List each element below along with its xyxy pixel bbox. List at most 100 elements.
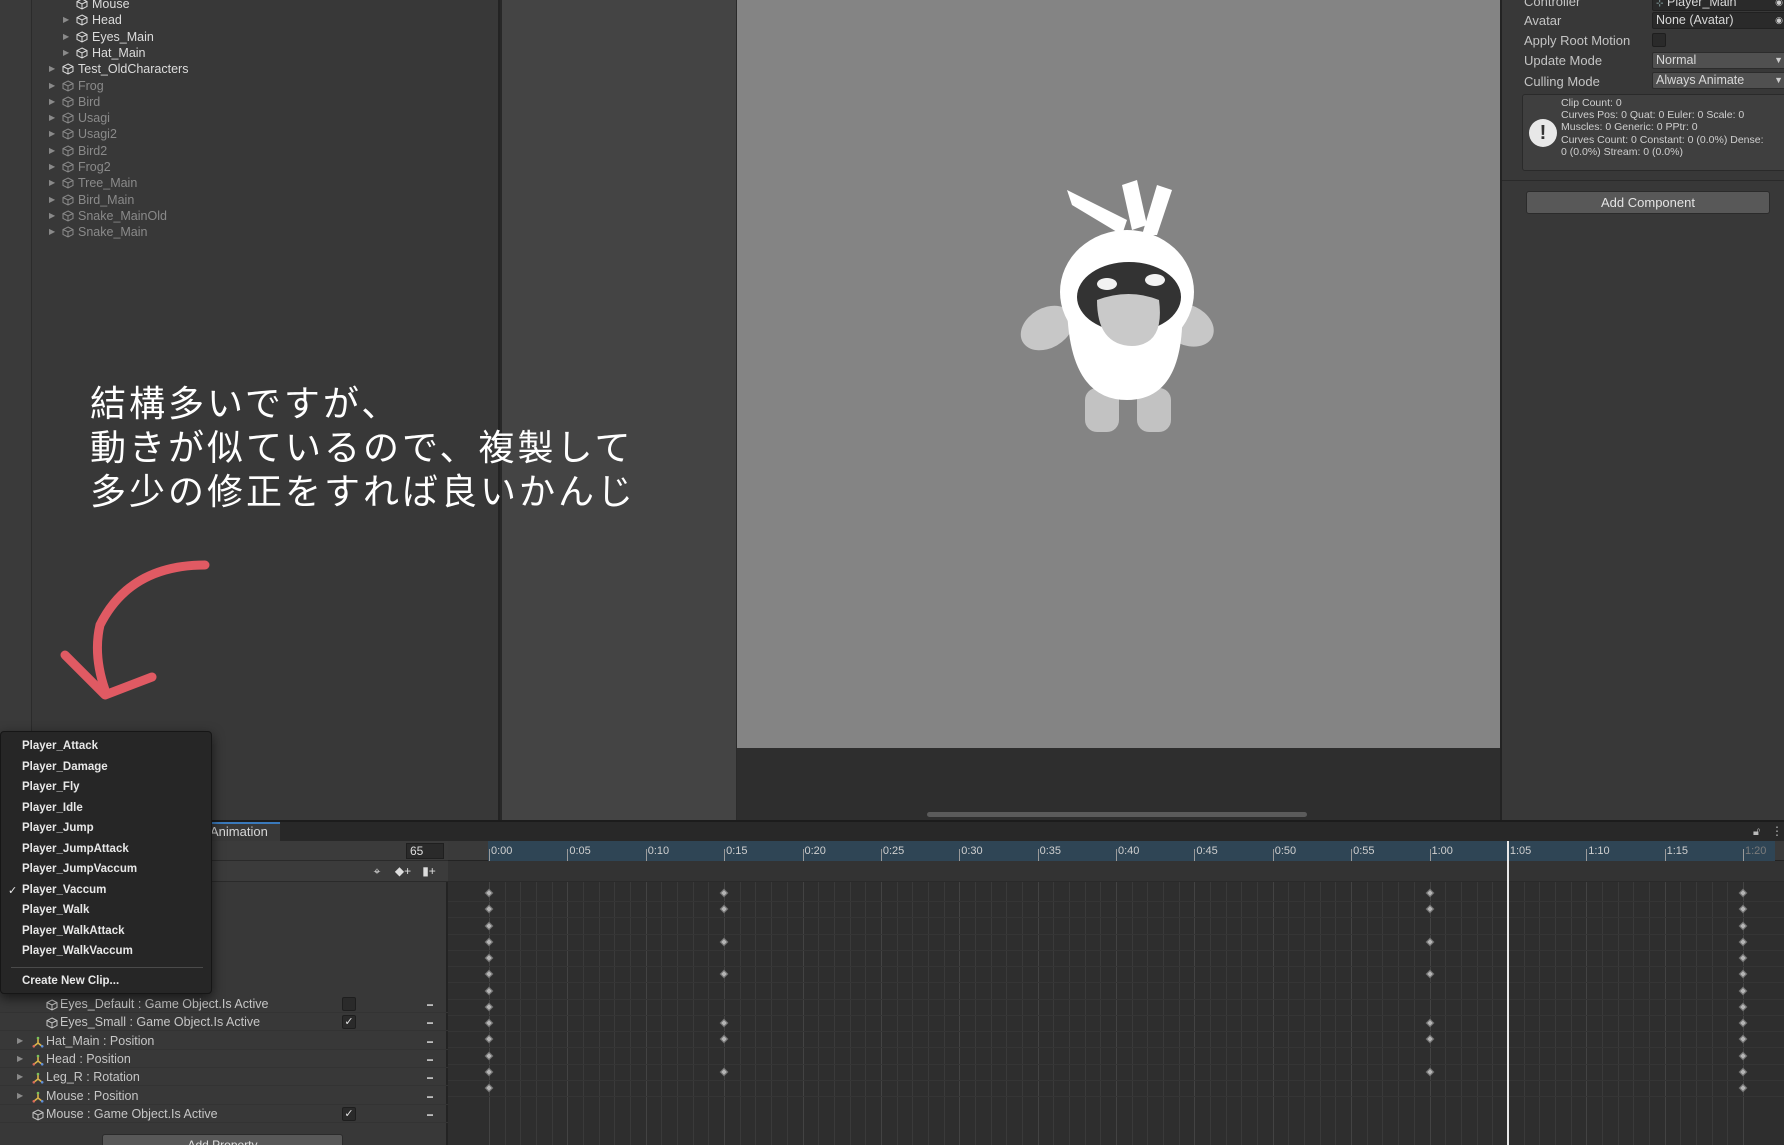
hierarchy-item[interactable]: Mouse [63, 0, 130, 12]
keyframe[interactable] [484, 1051, 494, 1060]
keyframe[interactable] [1425, 1018, 1434, 1028]
clip-menu-item[interactable]: Player_Idle [22, 802, 83, 814]
keyframe[interactable] [1425, 1035, 1434, 1044]
timeline-ruler[interactable]: 0:00 0:05 0:10 0:15 0:20 0:25 0:30 0:35 0:40 0:45… [448, 841, 1784, 861]
keyframe[interactable] [1738, 1002, 1748, 1011]
expand-triangle-icon[interactable]: ▶ [49, 175, 59, 191]
keyframe[interactable] [1738, 986, 1748, 995]
playhead[interactable] [1506, 841, 1509, 1145]
keyframe[interactable] [484, 1083, 494, 1093]
clip-menu-item[interactable]: Player_WalkAttack [22, 925, 125, 937]
keyframe[interactable] [719, 970, 729, 979]
expand-triangle-icon[interactable]: ▶ [17, 1087, 23, 1105]
keyframe[interactable] [1738, 953, 1748, 963]
clip-menu-item[interactable]: Player_Vaccum [22, 884, 106, 896]
hierarchy-item[interactable]: ▶ Tree_Main [49, 175, 137, 191]
hierarchy-item[interactable]: ▶ Hat_Main [63, 45, 146, 61]
expand-triangle-icon[interactable]: ▶ [49, 224, 59, 240]
dopesheet[interactable]: 0:00 0:05 0:10 0:15 0:20 0:25 0:30 0:35 0:40 0:45… [448, 841, 1784, 1145]
keyframe[interactable] [1738, 970, 1748, 979]
keyframe[interactable] [1738, 921, 1748, 930]
hierarchy-item[interactable]: ▶ Bird_Main [49, 192, 134, 208]
keyframe[interactable] [484, 986, 494, 995]
hierarchy-item[interactable]: ▶ Frog2 [49, 159, 111, 175]
keyframe[interactable] [1425, 1067, 1434, 1076]
keyframe[interactable] [1738, 1018, 1748, 1028]
keyframe[interactable] [719, 1035, 729, 1044]
controller-field[interactable]: ⊹ Player_Main ◉ [1652, 0, 1784, 11]
clip-menu-item[interactable]: Player_Fly [22, 781, 80, 793]
filter-by-selection-icon[interactable]: ⌖ [366, 863, 388, 880]
hierarchy-item[interactable]: ▶ Eyes_Main [63, 29, 154, 45]
keyframe[interactable] [1738, 1083, 1748, 1093]
apply-root-motion-checkbox[interactable] [1652, 33, 1666, 47]
hierarchy-item[interactable]: ▶ Head [63, 12, 122, 28]
expand-triangle-icon[interactable]: ▶ [17, 1032, 23, 1050]
keyframe[interactable] [719, 937, 729, 946]
property-row[interactable]: Eyes_Small : Game Object.Is Active ✓ ▬ [0, 1013, 448, 1032]
keyframe[interactable] [484, 937, 494, 946]
keyframe[interactable] [719, 1067, 729, 1076]
update-mode-dropdown[interactable]: Normal ▼ [1652, 52, 1784, 69]
expand-triangle-icon[interactable]: ▶ [17, 1068, 23, 1086]
keyframe[interactable] [484, 921, 494, 930]
expand-triangle-icon[interactable]: ▶ [49, 61, 59, 77]
property-row[interactable]: ▶ Hat_Main : Position ▬ [0, 1032, 448, 1050]
property-row[interactable]: ▶ Head : Position ▬ [0, 1050, 448, 1068]
keyframe[interactable] [484, 888, 494, 898]
keyframe[interactable] [1738, 1051, 1748, 1060]
expand-triangle-icon[interactable]: ▶ [49, 110, 59, 126]
clip-menu-item[interactable]: Player_JumpVaccum [22, 863, 137, 875]
keyframe[interactable] [719, 1018, 729, 1028]
expand-triangle-icon[interactable]: ▶ [49, 159, 59, 175]
property-options-icon[interactable]: ▬ [427, 1069, 433, 1087]
add-event-icon[interactable]: ▮+ [418, 863, 440, 880]
keyframe[interactable] [484, 1002, 494, 1011]
keyframe[interactable] [1425, 970, 1434, 979]
property-value-checkbox[interactable] [342, 997, 356, 1011]
culling-mode-dropdown[interactable]: Always Animate ▼ [1652, 72, 1784, 89]
hierarchy-item[interactable]: ▶ Usagi [49, 110, 110, 126]
scene-scrollbar[interactable] [927, 812, 1307, 817]
lock-icon[interactable]: 🔓︎ [1753, 826, 1760, 839]
keyframe[interactable] [719, 888, 729, 898]
keyframe[interactable] [484, 1018, 494, 1028]
property-row[interactable]: Mouse : Game Object.Is Active ✓ ▬ [0, 1105, 448, 1123]
expand-triangle-icon[interactable]: ▶ [49, 192, 59, 208]
expand-triangle-icon[interactable]: ▶ [49, 208, 59, 224]
property-options-icon[interactable]: ▬ [427, 1106, 433, 1124]
hierarchy-item[interactable]: ▶ Test_OldCharacters [49, 61, 188, 77]
keyframe[interactable] [1425, 905, 1434, 914]
clip-menu-item[interactable]: Player_Attack [22, 740, 98, 752]
keyframe[interactable] [484, 1035, 494, 1044]
property-options-icon[interactable]: ▬ [427, 1088, 433, 1106]
expand-triangle-icon[interactable]: ▶ [49, 126, 59, 142]
clip-menu-item[interactable]: Player_Jump [22, 822, 94, 834]
hierarchy-item[interactable]: ▶ Bird [49, 94, 100, 110]
keyframe[interactable] [484, 953, 494, 963]
property-row[interactable]: ▶ Mouse : Position ▬ [0, 1087, 448, 1105]
property-options-icon[interactable]: ▬ [427, 1014, 433, 1032]
keyframe[interactable] [1738, 888, 1748, 898]
property-options-icon[interactable]: ▬ [427, 1033, 433, 1051]
keyframe[interactable] [1425, 937, 1434, 946]
keyframe[interactable] [719, 905, 729, 914]
keyframe[interactable] [484, 905, 494, 914]
keyframe[interactable] [484, 1067, 494, 1076]
hierarchy-item[interactable]: ▶ Frog [49, 78, 104, 94]
expand-triangle-icon[interactable]: ▶ [63, 45, 73, 61]
more-options-icon[interactable]: ⋮ [1771, 824, 1783, 838]
expand-triangle-icon[interactable]: ▶ [63, 29, 73, 45]
clip-menu-item[interactable]: Player_Walk [22, 904, 89, 916]
keyframe[interactable] [484, 970, 494, 979]
hierarchy-item[interactable]: ▶ Snake_Main [49, 224, 148, 240]
property-value-checkbox[interactable]: ✓ [342, 1106, 356, 1121]
clip-menu-item[interactable]: Player_Damage [22, 761, 108, 773]
add-property-button[interactable]: Add Property [102, 1134, 343, 1145]
hierarchy-item[interactable]: ▶ Snake_MainOld [49, 208, 167, 224]
hierarchy-item[interactable]: ▶ Usagi2 [49, 126, 117, 142]
property-value-checkbox[interactable]: ✓ [342, 1015, 356, 1030]
clip-menu-item[interactable]: Player_WalkVaccum [22, 945, 133, 957]
add-component-button[interactable]: Add Component [1526, 191, 1770, 214]
frame-input[interactable]: 65 [406, 843, 444, 859]
